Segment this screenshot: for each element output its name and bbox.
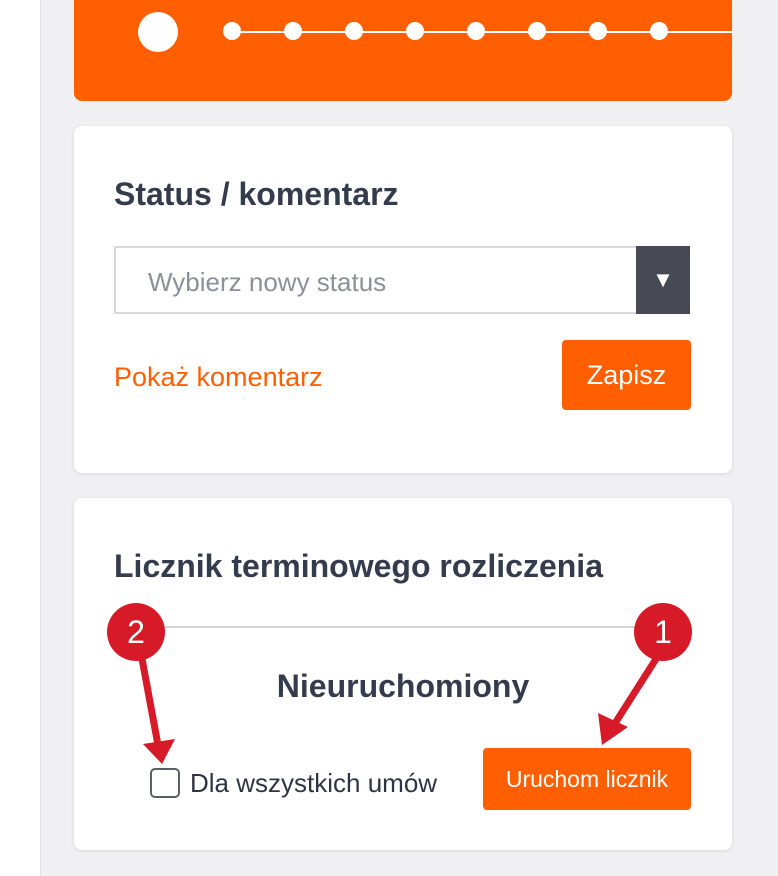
arrow-2-shaft xyxy=(136,644,162,749)
callout-badge-2: 2 xyxy=(107,603,165,661)
arrow-1-head xyxy=(598,713,628,745)
arrow-2-head xyxy=(143,739,175,764)
callout-badge-1: 1 xyxy=(634,603,692,661)
annotation-arrows xyxy=(136,644,667,764)
